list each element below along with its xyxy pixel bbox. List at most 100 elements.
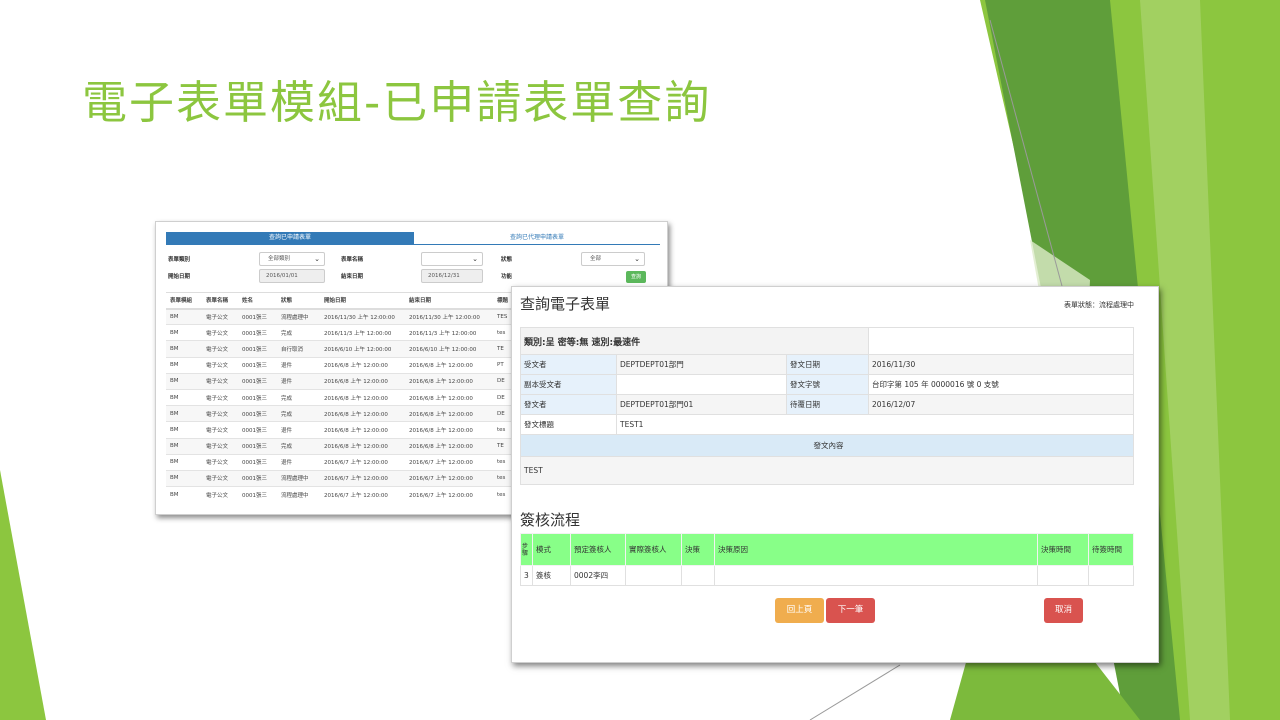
table-cell: 電子公文 (202, 388, 238, 406)
table-cell: 0001張三 (238, 453, 277, 471)
category-label: 表單類別 (168, 257, 191, 263)
subject-label: 發文標題 (520, 414, 617, 435)
table-cell: 完成 (277, 324, 320, 341)
table-cell: 0001張三 (238, 405, 277, 422)
table-cell: 完成 (277, 388, 320, 406)
next-record-button[interactable]: 下一筆 (826, 598, 875, 623)
col-form-name: 表單名稱 (202, 292, 238, 310)
table-cell: 2016/6/7 上午 12:00:00 (405, 486, 493, 503)
form-name-label: 表單名稱 (341, 257, 364, 263)
table-cell: 電子公文 (202, 469, 238, 487)
chevron-down-icon: ⌄ (472, 255, 478, 263)
table-cell: 電子公文 (202, 421, 238, 438)
col-mode: 模式 (532, 533, 571, 566)
table-cell: 2016/6/7 上午 12:00:00 (405, 453, 493, 471)
sender-value: DEPTDEPT01部門01 (616, 394, 787, 415)
table-cell: 電子公文 (202, 324, 238, 341)
col-decision-reason: 決策原因 (714, 533, 1038, 566)
form-info-table: 類別:呈 密等:無 速別:最速件 受文者 DEPTDEPT01部門 發文日期 2… (520, 327, 1134, 485)
flow-cell (1088, 565, 1134, 586)
table-cell: 0001張三 (238, 324, 277, 341)
flow-cell: 0002李四 (570, 565, 626, 586)
table-cell: 0001張三 (238, 437, 277, 455)
col-end-date: 結束日期 (405, 292, 493, 310)
col-decision: 決策 (681, 533, 715, 566)
doc-no-label: 發文字號 (786, 374, 869, 395)
table-cell: 流程處理中 (277, 469, 320, 487)
doc-no-value: 台印字第 105 年 0000016 號 0 支號 (868, 374, 1134, 395)
status-select[interactable]: 全部 ⌄ (581, 252, 645, 266)
recipient-label: 受文者 (520, 354, 617, 375)
table-cell: 2016/6/8 上午 12:00:00 (320, 356, 405, 374)
table-cell: 2016/6/7 上午 12:00:00 (405, 469, 493, 487)
category-row: 類別:呈 密等:無 速別:最速件 (520, 327, 1134, 355)
end-date-label: 結束日期 (341, 274, 364, 280)
search-button[interactable]: 查詢 (626, 271, 646, 283)
col-pending-time: 待簽時間 (1088, 533, 1134, 566)
table-cell: 2016/6/8 上午 12:00:00 (320, 421, 405, 438)
table-cell: 2016/6/8 上午 12:00:00 (320, 437, 405, 455)
flow-cell (625, 565, 682, 586)
table-cell: 退件 (277, 421, 320, 438)
table-cell: 0001張三 (238, 356, 277, 374)
send-date-label: 發文日期 (786, 354, 869, 375)
recipient-value: DEPTDEPT01部門 (616, 354, 787, 375)
category-select-value: 全部類別 (268, 256, 291, 262)
col-planned-signer: 預定簽核人 (570, 533, 626, 566)
info-row: 發文標題 TEST1 (520, 414, 1134, 435)
cc-value (616, 374, 787, 395)
status-select-value: 全部 (590, 256, 602, 262)
table-cell: 0001張三 (238, 340, 277, 358)
table-cell: BM (166, 405, 202, 422)
query-tabs: 查詢已申請表單 查詢已代理申請表單 (166, 232, 660, 245)
col-decision-time: 決策時間 (1037, 533, 1089, 566)
left-green-shape (0, 470, 46, 720)
info-row: 副本受文者 發文字號 台印字第 105 年 0000016 號 0 支號 (520, 374, 1134, 395)
col-name: 姓名 (238, 292, 277, 310)
table-cell: 0001張三 (238, 307, 277, 325)
due-date-value: 2016/12/07 (868, 394, 1134, 415)
table-cell: 0001張三 (238, 421, 277, 438)
col-actual-signer: 實際簽核人 (625, 533, 682, 566)
table-cell: 電子公文 (202, 453, 238, 471)
table-cell: BM (166, 356, 202, 374)
form-detail-window: 查詢電子表單 表單狀態：流程處理中 類別:呈 密等:無 速別:最速件 受文者 D… (511, 286, 1159, 663)
table-cell: 2016/6/10 上午 12:00:00 (405, 340, 493, 358)
table-cell: 完成 (277, 405, 320, 422)
table-cell: 2016/6/8 上午 12:00:00 (405, 421, 493, 438)
back-button[interactable]: 回上頁 (775, 598, 824, 623)
table-cell: 完成 (277, 437, 320, 455)
flow-title: 簽核流程 (520, 511, 581, 529)
function-label: 功能 (501, 274, 513, 280)
table-cell: BM (166, 453, 202, 471)
table-cell: 0001張三 (238, 486, 277, 503)
detail-title: 查詢電子表單 (520, 295, 611, 313)
content-header: 發文內容 (520, 434, 1134, 457)
table-cell: 自行取消 (277, 340, 320, 358)
end-date-input[interactable]: 2016/12/31 (421, 269, 483, 283)
table-cell: 2016/6/8 上午 12:00:00 (405, 437, 493, 455)
tab-applied-forms[interactable]: 查詢已申請表單 (166, 232, 414, 244)
form-name-select[interactable]: ⌄ (421, 252, 483, 266)
category-select[interactable]: 全部類別 ⌄ (259, 252, 325, 266)
thin-line-bottom (809, 664, 901, 720)
table-cell: 流程處理中 (277, 486, 320, 503)
table-cell: BM (166, 388, 202, 406)
cc-label: 副本受文者 (520, 374, 617, 395)
sender-label: 發文者 (520, 394, 617, 415)
table-cell: 2016/11/30 上午 12:00:00 (320, 307, 405, 325)
start-date-input[interactable]: 2016/01/01 (259, 269, 325, 283)
tab-proxy-forms[interactable]: 查詢已代理申請表單 (414, 232, 660, 244)
subject-value: TEST1 (616, 414, 1134, 435)
flow-cell: 3 (520, 565, 533, 586)
category-line: 類別:呈 密等:無 速別:最速件 (520, 327, 869, 355)
flow-cell (714, 565, 1038, 586)
cancel-button[interactable]: 取消 (1044, 598, 1083, 623)
info-row: 發文者 DEPTDEPT01部門01 待覆日期 2016/12/07 (520, 394, 1134, 415)
col-module: 表單模組 (166, 292, 202, 310)
table-cell: 電子公文 (202, 486, 238, 503)
col-start-date: 開始日期 (320, 292, 405, 310)
table-cell: BM (166, 437, 202, 455)
info-row: 受文者 DEPTDEPT01部門 發文日期 2016/11/30 (520, 354, 1134, 375)
due-date-label: 待覆日期 (786, 394, 869, 415)
